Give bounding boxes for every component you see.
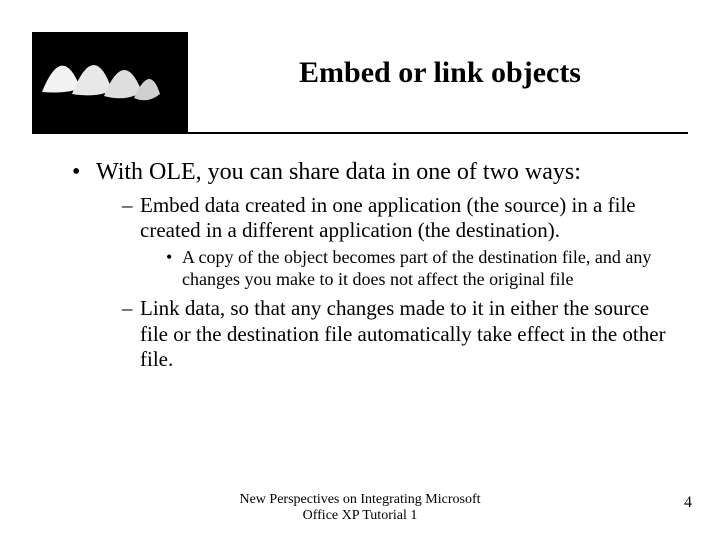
opera-house-icon — [32, 32, 188, 132]
slide-title: Embed or link objects — [200, 56, 680, 90]
bullet-l1-text: With OLE, you can share data in one of t… — [96, 159, 581, 185]
bullet-l2-item: Embed data created in one application (t… — [122, 193, 672, 291]
bullet-l1-item: With OLE, you can share data in one of t… — [72, 158, 672, 372]
bullet-l3a-text: A copy of the object becomes part of the… — [182, 247, 651, 289]
footer-center-text: New Perspectives on Integrating Microsof… — [220, 492, 500, 524]
bullet-l2-item: Link data, so that any changes made to i… — [122, 296, 672, 372]
slide: Embed or link objects With OLE, you can … — [0, 0, 720, 540]
bullet-list-level2: Embed data created in one application (t… — [96, 193, 672, 372]
bullet-l2b-text: Link data, so that any changes made to i… — [140, 296, 666, 370]
bullet-l3-item: A copy of the object becomes part of the… — [166, 247, 672, 290]
bullet-list-level3: A copy of the object becomes part of the… — [140, 247, 672, 290]
header-image — [32, 32, 188, 132]
slide-body: With OLE, you can share data in one of t… — [72, 158, 672, 376]
slide-footer: New Perspectives on Integrating Microsof… — [0, 492, 720, 526]
slide-header: Embed or link objects — [0, 0, 720, 132]
bullet-list-level1: With OLE, you can share data in one of t… — [72, 158, 672, 372]
page-number: 4 — [684, 494, 692, 512]
bullet-l2a-text: Embed data created in one application (t… — [140, 193, 636, 242]
header-divider — [32, 132, 688, 134]
